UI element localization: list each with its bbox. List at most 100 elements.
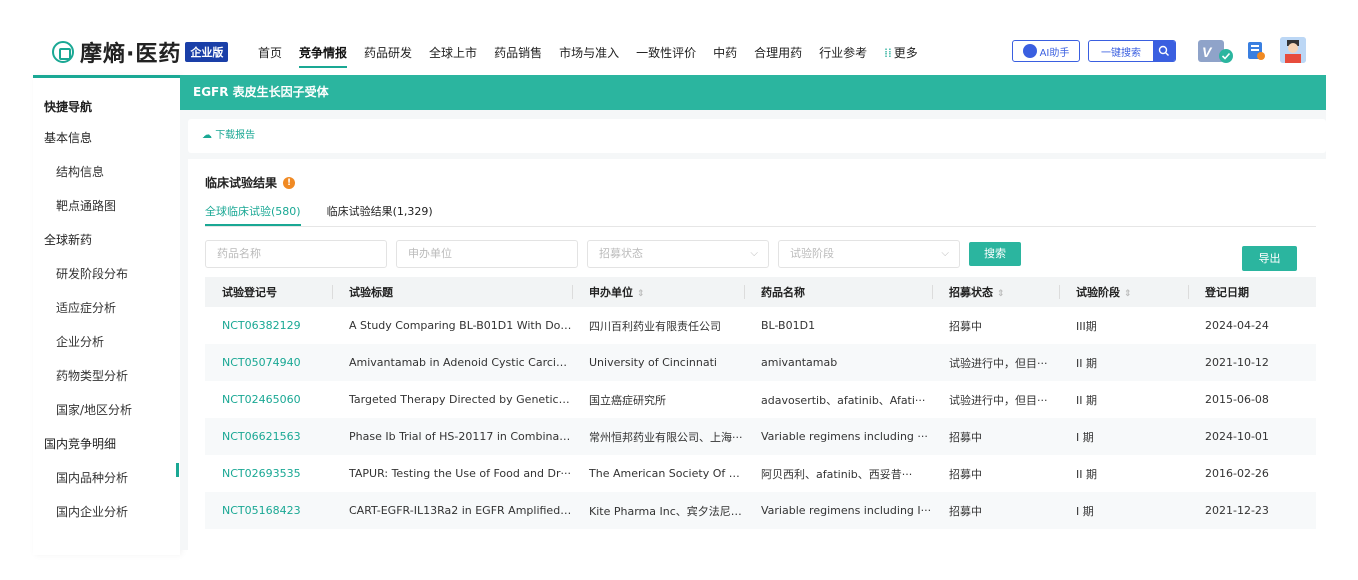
trial-title-cell: CART-EGFR-IL13Ra2 in EGFR Amplified ··· — [349, 504, 572, 517]
nav-item-industry-ref[interactable]: 行业参考 — [819, 44, 867, 61]
quick-nav-sidebar: 快捷导航 基本信息 结构信息 靶点通路图 全球新药 研发阶段分布 适应症分析 企… — [33, 75, 180, 555]
col-header-phase[interactable]: 试验阶段 ⇕ — [1059, 277, 1188, 307]
sponsor-cell: The American Society Of Clin··· — [589, 467, 744, 480]
nav-item-market-access[interactable]: 市场与准入 — [559, 44, 619, 61]
phase-cell: I 期 — [1076, 504, 1094, 518]
trial-phase-select[interactable]: 试验阶段 ⌵ — [778, 240, 960, 268]
trial-tabs: 全球临床试验(580) 临床试验结果(1,329) — [205, 203, 1316, 227]
phase-cell: II 期 — [1076, 356, 1097, 370]
ai-assistant-button[interactable]: AI助手 — [1012, 40, 1080, 62]
reg-date-cell: 2024-10-01 — [1205, 430, 1269, 443]
brand-name: 摩熵·医药 — [80, 42, 182, 67]
col-header-reg-date: 登记日期 — [1188, 277, 1316, 307]
drug-name-cell: amivantamab — [761, 356, 838, 369]
nav-item-consistency-eval[interactable]: 一致性评价 — [636, 44, 696, 61]
info-icon[interactable]: ! — [283, 176, 296, 189]
trial-id-link[interactable]: NCT02465060 — [205, 381, 332, 418]
trial-phase-placeholder: 试验阶段 — [790, 247, 834, 260]
nav-item-rational-use[interactable]: 合理用药 — [754, 44, 802, 61]
sidebar-item-company[interactable]: 企业分析 — [33, 325, 180, 359]
logo-mark-icon — [52, 41, 74, 63]
sidebar-item-drug-type[interactable]: 药物类型分析 — [33, 359, 180, 393]
clinical-trials-card: 临床试验结果 ! 全球临床试验(580) 临床试验结果(1,329) 药品名称 … — [188, 159, 1326, 554]
sidebar-scroll-indicator — [176, 463, 179, 477]
column-divider — [744, 285, 745, 299]
download-report-button[interactable]: ☁ 下载报告 — [202, 130, 255, 141]
sidebar-item-target-pathway[interactable]: 靶点通路图 — [33, 189, 180, 223]
col-header-label: 药品名称 — [761, 286, 805, 299]
status-cell: 招募中 — [949, 467, 982, 481]
col-header-label: 试验阶段 — [1076, 286, 1120, 299]
sidebar-item-basic-info[interactable]: 基本信息 — [33, 121, 180, 155]
status-cell: 招募中 — [949, 430, 982, 444]
col-header-drug-name: 药品名称 — [744, 277, 932, 307]
reg-date-cell: 2021-12-23 — [1205, 504, 1269, 517]
download-report-label: 下载报告 — [215, 130, 256, 141]
notebook-icon[interactable] — [1246, 41, 1266, 61]
table-row: NCT02693535 TAPUR: Testing the Use of Fo… — [205, 455, 1316, 492]
sponsor-input[interactable]: 申办单位 — [396, 240, 578, 268]
reg-date-cell: 2024-04-24 — [1205, 319, 1269, 332]
col-header-status[interactable]: 招募状态 ⇕ — [932, 277, 1059, 307]
nav-item-drug-sales[interactable]: 药品销售 — [494, 44, 542, 61]
sidebar-item-structure-info[interactable]: 结构信息 — [33, 155, 180, 189]
vip-badge-icon[interactable]: V — [1198, 38, 1236, 64]
sidebar-item-global-new-drugs[interactable]: 全球新药 — [33, 223, 180, 257]
nav-item-tcm[interactable]: 中药 — [713, 44, 737, 61]
quick-search-button[interactable]: 一键搜索 — [1088, 40, 1176, 62]
col-header-label: 试验登记号 — [222, 286, 277, 299]
table-body: NCT06382129 A Study Comparing BL-B01D1 W… — [205, 307, 1316, 529]
nav-item-global-launch[interactable]: 全球上市 — [429, 44, 477, 61]
nav-item-drug-rd[interactable]: 药品研发 — [364, 44, 412, 61]
column-divider — [1059, 285, 1060, 299]
chevron-down-icon: ⌵ — [750, 248, 758, 259]
search-button[interactable]: 搜索 — [969, 242, 1021, 266]
avatar-person-icon — [1280, 37, 1306, 63]
sidebar-item-domestic-company[interactable]: 国内企业分析 — [33, 495, 180, 529]
sort-icon[interactable]: ⇕ — [997, 289, 1005, 299]
trial-id-link[interactable]: NCT06621563 — [205, 418, 332, 455]
trial-id-link[interactable]: NCT05168423 — [205, 492, 332, 529]
col-header-label: 登记日期 — [1205, 286, 1249, 299]
column-divider — [932, 285, 933, 299]
sidebar-item-domestic-variety[interactable]: 国内品种分析 — [33, 461, 180, 495]
target-banner: EGFR 表皮生长因子受体 — [180, 75, 1326, 110]
trial-id-link[interactable]: NCT02693535 — [205, 455, 332, 492]
sort-icon[interactable]: ⇕ — [1124, 289, 1132, 299]
col-header-label: 试验标题 — [349, 286, 393, 299]
sidebar-item-domestic-competition[interactable]: 国内竞争明细 — [33, 427, 180, 461]
report-toolbar: ☁ 下载报告 — [188, 119, 1326, 153]
quick-search-label: 一键搜索 — [1101, 47, 1141, 59]
card-title-text: 临床试验结果 — [205, 176, 278, 190]
sort-icon[interactable]: ⇕ — [637, 289, 645, 299]
user-avatar[interactable] — [1280, 37, 1306, 63]
trial-title-cell: TAPUR: Testing the Use of Food and Dr··· — [349, 467, 571, 480]
table-row: NCT06382129 A Study Comparing BL-B01D1 W… — [205, 307, 1316, 344]
ai-assistant-label: AI助手 — [1039, 47, 1070, 59]
drug-name-input[interactable]: 药品名称 — [205, 240, 387, 268]
brand-logo[interactable]: 摩熵·医药 企业版 — [52, 36, 229, 68]
tab-trial-results[interactable]: 临床试验结果(1,329) — [327, 203, 433, 226]
nav-item-more[interactable]: ⁞⁞ 更多 — [884, 44, 918, 61]
drug-name-cell: BL-B01D1 — [761, 319, 816, 332]
tab-global-trials[interactable]: 全球临床试验(580) — [205, 203, 301, 226]
sidebar-item-country-region[interactable]: 国家/地区分析 — [33, 393, 180, 427]
nav-item-home[interactable]: 首页 — [258, 44, 282, 61]
sidebar-item-indication[interactable]: 适应症分析 — [33, 291, 180, 325]
sidebar-item-rd-stage[interactable]: 研发阶段分布 — [33, 257, 180, 291]
drug-name-cell: 阿贝西利、afatinib、西妥昔··· — [761, 467, 913, 481]
edition-badge: 企业版 — [185, 42, 229, 62]
export-button[interactable]: 导出 — [1242, 246, 1297, 271]
phase-cell: II 期 — [1076, 393, 1097, 407]
column-divider — [332, 285, 333, 299]
trial-id-link[interactable]: NCT05074940 — [205, 344, 332, 381]
trial-id-link[interactable]: NCT06382129 — [205, 307, 332, 344]
table-row: NCT06621563 Phase Ib Trial of HS-20117 i… — [205, 418, 1316, 455]
recruit-status-select[interactable]: 招募状态 ⌵ — [587, 240, 769, 268]
nav-item-competitive-intel[interactable]: 竞争情报 — [299, 44, 348, 68]
column-divider — [1188, 285, 1189, 299]
drug-name-cell: adavosertib、afatinib、Afati··· — [761, 393, 926, 407]
clinical-trials-table: 试验登记号 试验标题 申办单位 ⇕ 药品名称 招募状态 ⇕ 试验阶段 ⇕ 登记日期 N… — [205, 277, 1316, 529]
col-header-sponsor[interactable]: 申办单位 ⇕ — [572, 277, 744, 307]
table-row: NCT05168423 CART-EGFR-IL13Ra2 in EGFR Am… — [205, 492, 1316, 529]
